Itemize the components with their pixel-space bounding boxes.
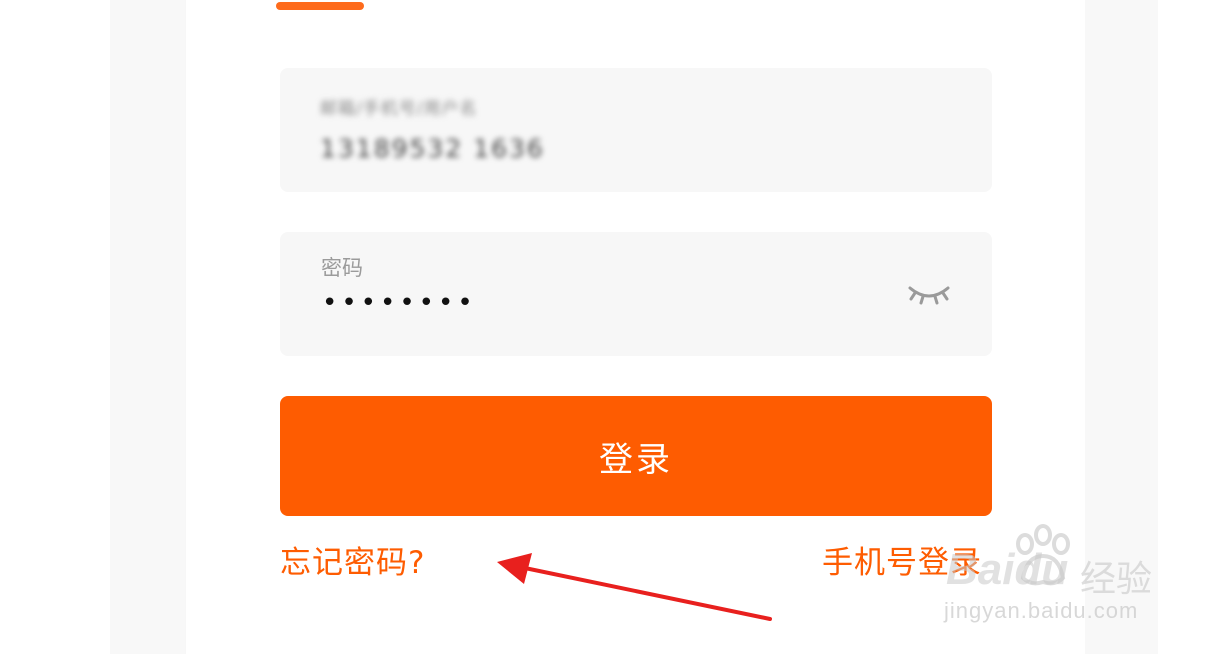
watermark-url: jingyan.baidu.com: [944, 598, 1139, 623]
login-button[interactable]: 登录: [280, 396, 992, 516]
eye-closed-icon[interactable]: [907, 282, 951, 308]
password-field-label: 密码: [321, 256, 363, 280]
password-field-value: ••••••••: [322, 288, 477, 318]
account-field-value: 13189532 1636: [320, 134, 545, 163]
watermark-brand: Baidu: [946, 545, 1069, 594]
page-right-margin: [1158, 0, 1228, 654]
page-left-margin: [0, 0, 110, 654]
forgot-password-link[interactable]: 忘记密码?: [280, 537, 425, 582]
password-field[interactable]: 密码 ••••••••: [280, 232, 992, 356]
account-field[interactable]: 邮箱/手机号/用户名 13189532 1636: [280, 68, 992, 192]
login-button-label: 登录: [599, 439, 673, 480]
page-left-gutter: [110, 0, 185, 654]
active-tab-indicator: [276, 2, 364, 10]
watermark-brand-cn: 经验: [1080, 559, 1153, 600]
account-field-label: 邮箱/手机号/用户名: [320, 99, 478, 119]
